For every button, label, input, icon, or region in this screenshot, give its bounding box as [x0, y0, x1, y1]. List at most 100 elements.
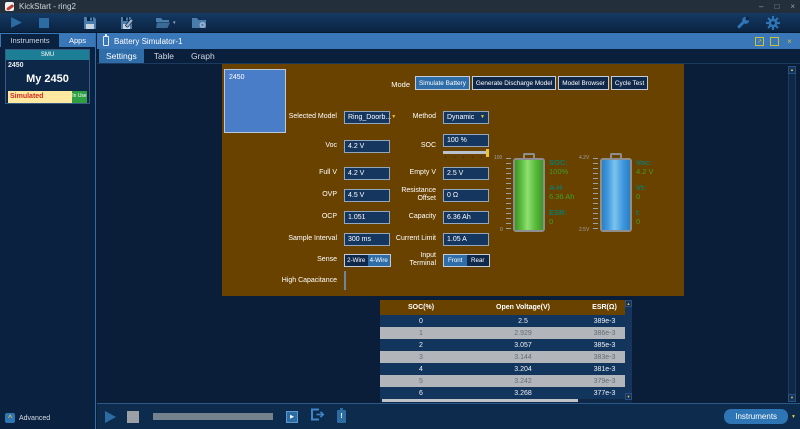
charge-scale-bottom: 0	[500, 227, 503, 233]
bottom-toolbar: ▶ ! Instruments ▼	[97, 403, 800, 429]
minimize-icon[interactable]: –	[759, 3, 763, 11]
run-button[interactable]	[10, 16, 23, 29]
selected-model-dropdown[interactable]: Ring_Doorb... ▼	[344, 111, 390, 124]
scroll-up-icon[interactable]: ▲	[788, 66, 796, 74]
tab-settings[interactable]: Settings	[99, 49, 144, 63]
high-capacitance-checkbox[interactable]	[344, 271, 346, 290]
high-capacitance-label: High Capacitance	[226, 277, 340, 285]
resistance-offset-field[interactable]: 0 Ω	[443, 189, 489, 202]
charge-battery-gauge	[513, 158, 545, 232]
soc-slider[interactable]	[443, 149, 489, 158]
sidebar-tab-instruments[interactable]: Instruments	[0, 33, 60, 47]
resistance-offset-label: Resistance Offset	[394, 187, 439, 204]
ocp-field[interactable]: 1.051	[344, 211, 390, 224]
in-use-badge: In Use	[72, 91, 87, 103]
mode-simulate-battery[interactable]: Simulate Battery	[415, 76, 470, 90]
slider-track	[443, 151, 487, 154]
instrument-card[interactable]: SMU 2450 My 2450 Simulated In Use	[5, 49, 90, 104]
battery-cap	[610, 153, 622, 160]
table-header-row: SOC(%) Open Voltage(V) ESR(Ω)	[380, 300, 632, 315]
main-scrollbar[interactable]: ▲ ▼	[788, 66, 796, 402]
save-button[interactable]	[83, 16, 97, 30]
terminal-rear-option[interactable]: Rear	[467, 255, 490, 266]
instrument-name: My 2450	[8, 73, 87, 85]
run-script-icon[interactable]: ▶	[286, 411, 298, 423]
ovp-field[interactable]: 4.5 V	[344, 189, 390, 202]
table-scrollbar[interactable]: ▲ ▼	[625, 300, 632, 400]
sidebar-tab-apps[interactable]: Apps	[60, 33, 95, 47]
chevron-up-icon[interactable]: ^	[5, 413, 15, 423]
export-icon[interactable]	[310, 408, 325, 426]
table-hscrollbar[interactable]	[382, 399, 578, 402]
full-v-label: Full V	[226, 169, 340, 177]
table-row[interactable]: 5 3.242 379e-3	[380, 375, 632, 387]
wrench-icon[interactable]	[736, 16, 750, 30]
table-row[interactable]: 2 3.057 385e-3	[380, 339, 632, 351]
advanced-toggle[interactable]: ^ Advanced	[5, 413, 50, 423]
folder-settings-button[interactable]	[191, 16, 207, 29]
popout-icon[interactable]: ↗	[755, 37, 764, 46]
method-dropdown[interactable]: Dynamic ▼	[443, 111, 489, 124]
table-row[interactable]: 1 2.929 386e-3	[380, 327, 632, 339]
tab-graph[interactable]: Graph	[184, 49, 222, 63]
open-button[interactable]: ▾	[155, 17, 176, 29]
close-icon[interactable]: ×	[790, 3, 795, 11]
close-tab-icon[interactable]: ×	[785, 37, 794, 46]
title-bar: KickStart - ring2 – □ ×	[0, 0, 800, 13]
voltage-battery-gauge	[600, 158, 632, 232]
save-as-button[interactable]	[120, 16, 134, 30]
soc-label: SOC	[394, 142, 439, 150]
voltage-scale-top: 4.2V	[579, 155, 589, 161]
open-dropdown-caret-icon[interactable]: ▾	[173, 20, 176, 26]
method-label: Method	[394, 113, 439, 121]
scroll-down-icon[interactable]: ▼	[788, 394, 796, 402]
battery-status-icon[interactable]: !	[337, 410, 346, 423]
voltage-readouts: Voc: 4.2 V Vt: 0 I: 0	[636, 158, 690, 233]
input-terminal-toggle: Front Rear	[443, 254, 490, 267]
table-row[interactable]: 3 3.144 383e-3	[380, 351, 632, 363]
charge-scale-top: 100	[494, 155, 502, 161]
restore-icon[interactable]: □	[774, 3, 779, 11]
instrument-type: SMU	[6, 50, 89, 60]
current-limit-field[interactable]: 1.05 A	[443, 233, 489, 246]
mode-cycle-test[interactable]: Cycle Test	[611, 76, 648, 90]
sample-interval-label: Sample Interval	[226, 235, 340, 243]
play-button[interactable]	[105, 411, 116, 423]
maximize-icon[interactable]	[770, 37, 779, 46]
terminal-front-option[interactable]: Front	[444, 255, 467, 266]
voc-label: Voc	[226, 142, 340, 150]
voc-field[interactable]: 4.2 V	[344, 140, 390, 153]
sense-2wire-option[interactable]: 2-Wire	[345, 255, 368, 266]
mode-label: Mode	[330, 80, 410, 89]
document-tab-title[interactable]: Battery Simulator-1	[114, 37, 182, 46]
capacity-field[interactable]: 6.36 Ah	[443, 211, 489, 224]
stop-button[interactable]	[127, 411, 139, 423]
sample-interval-field[interactable]: 300 ms	[344, 233, 390, 246]
mode-generate-discharge-model[interactable]: Generate Discharge Model	[472, 76, 556, 90]
sense-4wire-option[interactable]: 4-Wire	[368, 255, 391, 266]
soc-field[interactable]: 100 %	[443, 134, 489, 147]
gear-icon[interactable]	[766, 16, 780, 30]
table-row[interactable]: 4 3.204 381e-3	[380, 363, 632, 375]
slider-ticks	[445, 156, 485, 158]
col-esr: ESR(Ω)	[584, 300, 625, 315]
advanced-label: Advanced	[19, 415, 50, 422]
slider-handle[interactable]	[486, 149, 489, 157]
empty-v-field[interactable]: 2.5 V	[443, 167, 489, 180]
mode-model-browser[interactable]: Model Browser	[558, 76, 609, 90]
kickstart-logo-icon	[5, 2, 14, 11]
instruments-button[interactable]: Instruments	[724, 409, 788, 424]
scroll-up-icon[interactable]: ▲	[625, 300, 632, 307]
chevron-down-icon[interactable]: ▼	[791, 414, 796, 420]
stop-button[interactable]	[38, 17, 50, 29]
table-row[interactable]: 0 2.5 389e-3	[380, 315, 632, 327]
selected-model-label: Selected Model	[226, 113, 340, 121]
table-row[interactable]: 6 3.268 377e-3	[380, 387, 632, 399]
col-soc: SOC(%)	[380, 300, 462, 315]
sense-toggle: 2-Wire 4-Wire	[344, 254, 391, 267]
status-badge: Simulated	[8, 91, 72, 103]
full-v-field[interactable]: 4.2 V	[344, 167, 390, 180]
sidebar: Instruments Apps SMU 2450 My 2450 Simula…	[0, 33, 96, 429]
scroll-down-icon[interactable]: ▼	[625, 393, 632, 400]
tab-table[interactable]: Table	[147, 49, 181, 63]
